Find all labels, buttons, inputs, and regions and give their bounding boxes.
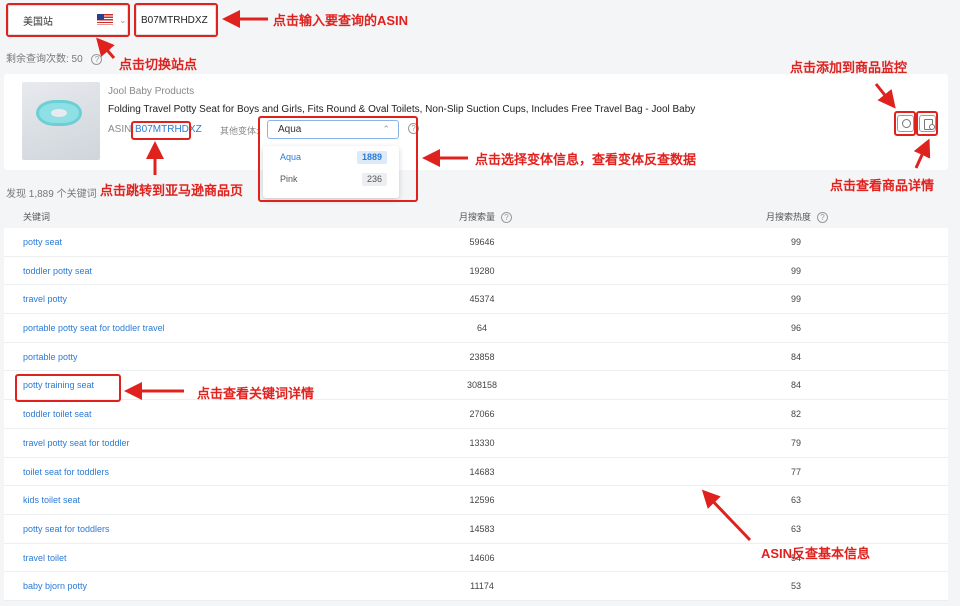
keyword-link[interactable]: portable potty seat for toddler travel (23, 314, 165, 342)
site-label: 美国站 (23, 16, 53, 28)
search-heat: 63 (790, 495, 801, 506)
keyword-link[interactable]: toddler potty seat (23, 257, 92, 285)
search-volume: 308158 (466, 380, 498, 391)
keyword-link[interactable]: portable potty (23, 343, 78, 371)
table-row: kids toilet seat 12596 63 (4, 486, 948, 515)
variant-option-aqua[interactable]: Aqua 1889 (263, 146, 399, 168)
header-heat: 月搜索热度? (766, 210, 829, 224)
search-volume: 14583 (469, 523, 495, 534)
search-volume: 13330 (469, 437, 495, 448)
search-heat: 63 (790, 523, 801, 534)
variant-option-pink[interactable]: Pink 236 (263, 168, 399, 190)
us-flag-icon (97, 14, 113, 25)
table-row: portable potty 23858 84 (4, 342, 948, 372)
table-row: toddler potty seat 19280 99 (4, 256, 948, 286)
variant-label: 其他变体: (220, 126, 259, 136)
help-icon[interactable]: ? (817, 212, 829, 224)
search-heat: 96 (790, 323, 801, 334)
asin-search-input[interactable] (136, 5, 216, 35)
table-row: potty training seat 308158 84 (4, 371, 948, 401)
search-volume: 64 (476, 323, 487, 334)
remaining-queries: 剩余查询次数: 50 ? (6, 50, 103, 65)
search-volume: 45374 (469, 294, 495, 305)
keyword-link[interactable]: potty seat for toddlers (23, 515, 110, 543)
add-monitor-button[interactable] (897, 115, 914, 132)
variant-count: 236 (361, 173, 387, 186)
product-title: Folding Travel Potty Seat for Boys and G… (108, 104, 696, 115)
variant-selected-value: Aqua (278, 124, 302, 135)
search-volume: 12596 (469, 495, 495, 506)
annotation-view-detail: 点击查看商品详情 (830, 178, 935, 193)
search-volume: 14683 (469, 466, 495, 477)
keyword-link[interactable]: travel toilet (23, 544, 67, 572)
table-row: potty seat 59646 99 (4, 228, 948, 257)
keyword-link[interactable]: potty seat (23, 228, 62, 256)
search-volume: 19280 (469, 265, 495, 276)
search-heat: 99 (790, 237, 801, 247)
search-heat: 84 (790, 380, 801, 391)
variant-select[interactable]: Aqua ⌃ (267, 120, 399, 139)
search-heat: 77 (790, 466, 801, 477)
table-row: travel potty 45374 99 (4, 285, 948, 315)
top-bar: 美国站 ⌄ (0, 0, 960, 40)
keyword-count: 发现 1,889 个关键词 (6, 189, 97, 200)
search-heat: 53 (790, 581, 801, 592)
asin-link[interactable]: B07MTRHDXZ (135, 124, 202, 135)
search-volume: 23858 (469, 351, 495, 362)
asin-label: ASIN: (108, 124, 135, 135)
product-image[interactable] (22, 82, 100, 160)
keyword-link[interactable]: potty training seat (23, 371, 94, 399)
annotation-goto-amazon: 点击跳转到亚马逊商品页 (100, 183, 244, 198)
variant-help-icon[interactable]: ? (408, 123, 419, 134)
keyword-link[interactable]: kids toilet seat (23, 486, 80, 514)
product-detail-button[interactable] (919, 115, 936, 132)
keyword-link[interactable]: travel potty (23, 285, 67, 313)
table-row: potty seat for toddlers 14583 63 (4, 514, 948, 544)
annotation-add-monitor: 点击添加到商品监控 (790, 60, 908, 75)
keyword-link[interactable]: toilet seat for toddlers (23, 458, 109, 486)
search-volume: 11174 (470, 581, 494, 592)
annotation-switch-site: 点击切换站点 (119, 57, 198, 72)
search-heat: 99 (790, 294, 801, 305)
annotation-input-asin: 点击输入要查询的ASIN (273, 13, 409, 28)
search-heat: 82 (790, 409, 801, 420)
help-icon[interactable]: ? (501, 212, 513, 224)
chevron-up-icon: ⌃ (382, 124, 390, 134)
variant-count: 1889 (356, 151, 387, 164)
table-row: toilet seat for toddlers 14683 77 (4, 457, 948, 487)
header-volume: 月搜索量? (459, 210, 513, 224)
variant-dropdown: Aqua 1889 Pink 236 (263, 146, 399, 198)
table-row: travel potty seat for toddler 13330 79 (4, 428, 948, 458)
annotation-basic-info: ASIN反查基本信息 (761, 546, 871, 561)
search-volume: 14606 (469, 552, 495, 563)
help-icon[interactable]: ? (91, 53, 103, 65)
keyword-link[interactable]: baby bjorn potty (23, 572, 87, 600)
annotation-select-variant: 点击选择变体信息，查看变体反查数据 (475, 152, 697, 167)
product-brand: Jool Baby Products (108, 86, 195, 97)
chevron-down-icon: ⌄ (119, 15, 127, 25)
search-heat: 99 (790, 265, 801, 276)
table-row: baby bjorn potty 11174 53 (4, 572, 948, 601)
site-selector[interactable]: 美国站 ⌄ (8, 5, 128, 35)
table-row: toddler toilet seat 27066 82 (4, 400, 948, 429)
remaining-queries-label: 剩余查询次数: 50 (6, 54, 83, 65)
keyword-link[interactable]: toddler toilet seat (23, 400, 92, 428)
search-heat: 84 (790, 351, 801, 362)
search-volume: 27066 (469, 409, 495, 420)
search-volume: 59646 (469, 237, 495, 247)
table-row: portable potty seat for toddler travel 64… (4, 314, 948, 343)
annotation-keyword-detail: 点击查看关键词详情 (197, 386, 315, 401)
header-keyword: 关键词 (23, 212, 51, 222)
keyword-table: 关键词 月搜索量? 月搜索热度? potty seat 59646 99 toddle… (4, 202, 948, 601)
table-header: 关键词 月搜索量? 月搜索热度? (4, 202, 948, 228)
keyword-link[interactable]: travel potty seat for toddler (23, 429, 130, 457)
search-heat: 79 (790, 437, 801, 448)
